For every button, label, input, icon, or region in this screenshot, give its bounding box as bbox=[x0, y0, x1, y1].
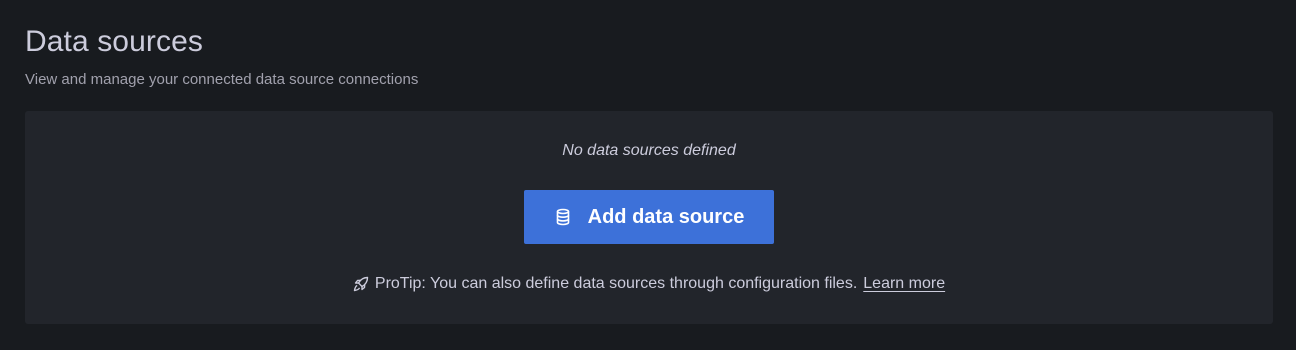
database-icon bbox=[554, 208, 572, 226]
empty-state-panel: No data sources defined Add data source bbox=[25, 111, 1273, 324]
page-subtitle: View and manage your connected data sour… bbox=[25, 71, 419, 88]
protip-text: ProTip: You can also define data sources… bbox=[374, 275, 858, 292]
empty-state-message: No data sources defined bbox=[562, 142, 736, 159]
add-data-source-button[interactable]: Add data source bbox=[524, 190, 774, 244]
page-title: Data sources bbox=[25, 25, 203, 58]
add-data-source-label: Add data source bbox=[587, 205, 745, 228]
data-sources-page: Data sources View and manage your connec… bbox=[0, 0, 1296, 350]
learn-more-link[interactable]: Learn more bbox=[863, 274, 945, 294]
rocket-icon bbox=[353, 276, 369, 292]
protip: ProTip: You can also define data sources… bbox=[353, 274, 945, 294]
